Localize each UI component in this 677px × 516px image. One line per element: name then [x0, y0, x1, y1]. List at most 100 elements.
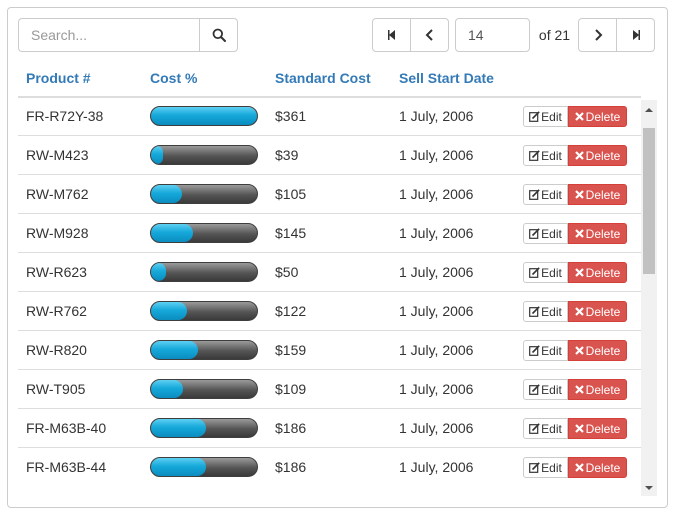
edit-button-label: Edit	[541, 265, 562, 280]
table-row: FR-R72Y-38 $361 1 July, 2006 Edit Delete	[18, 100, 641, 135]
edit-button[interactable]: Edit	[523, 457, 568, 478]
delete-button[interactable]: Delete	[568, 145, 627, 166]
column-header-standard-cost[interactable]: Standard Cost	[275, 58, 371, 98]
cost-percent-bar-fill	[151, 419, 207, 437]
column-header-product[interactable]: Product #	[26, 58, 91, 98]
row-actions: Edit Delete	[523, 223, 627, 244]
scroll-up-arrow[interactable]	[641, 102, 657, 118]
cost-percent-bar	[150, 145, 258, 165]
edit-button[interactable]: Edit	[523, 223, 568, 244]
product-number-cell: RW-T905	[26, 381, 86, 397]
row-actions: Edit Delete	[523, 106, 627, 127]
product-number-cell: RW-M762	[26, 186, 89, 202]
table-row: RW-T905 $109 1 July, 2006 Edit Delete	[18, 369, 641, 408]
edit-button-label: Edit	[541, 421, 562, 436]
close-icon	[574, 229, 584, 238]
table-header: Product # Cost % Standard Cost Sell Star…	[18, 58, 641, 98]
edit-button[interactable]: Edit	[523, 184, 568, 205]
next-page-button[interactable]	[578, 18, 617, 52]
edit-button-label: Edit	[541, 226, 562, 241]
delete-button-label: Delete	[585, 304, 621, 319]
close-icon	[574, 190, 584, 199]
edit-button[interactable]: Edit	[523, 418, 568, 439]
scroll-down-arrow[interactable]	[641, 480, 657, 496]
vertical-scrollbar[interactable]	[641, 100, 657, 496]
sell-start-date-cell: 1 July, 2006	[399, 342, 474, 358]
chevron-left-icon	[425, 29, 433, 41]
sell-start-date-cell: 1 July, 2006	[399, 381, 474, 397]
edit-button-label: Edit	[541, 343, 562, 358]
delete-button[interactable]: Delete	[568, 106, 627, 127]
table-rows: FR-R72Y-38 $361 1 July, 2006 Edit Delete RW-M…	[18, 100, 641, 486]
delete-button[interactable]: Delete	[568, 262, 627, 283]
sell-start-date-cell: 1 July, 2006	[399, 225, 474, 241]
edit-icon	[529, 462, 540, 473]
product-number-cell: FR-M63B-40	[26, 420, 107, 436]
first-page-button[interactable]	[372, 18, 411, 52]
standard-cost-cell: $39	[275, 147, 299, 163]
last-page-icon	[632, 30, 640, 40]
cost-percent-bar	[150, 379, 258, 399]
delete-button[interactable]: Delete	[568, 223, 627, 244]
row-actions: Edit Delete	[523, 340, 627, 361]
delete-button[interactable]: Delete	[568, 418, 627, 439]
product-number-cell: RW-M928	[26, 225, 89, 241]
edit-button[interactable]: Edit	[523, 262, 568, 283]
cost-percent-bar	[150, 418, 258, 438]
row-actions: Edit Delete	[523, 145, 627, 166]
table-row: RW-R623 $50 1 July, 2006 Edit Delete	[18, 252, 641, 291]
delete-button[interactable]: Delete	[568, 301, 627, 322]
delete-button[interactable]: Delete	[568, 457, 627, 478]
edit-button[interactable]: Edit	[523, 301, 568, 322]
search-button[interactable]	[199, 18, 238, 52]
cost-percent-bar	[150, 262, 258, 282]
scroll-thumb[interactable]	[643, 128, 655, 274]
edit-button-label: Edit	[541, 304, 562, 319]
chevron-right-icon	[594, 29, 602, 41]
sell-start-date-cell: 1 July, 2006	[399, 303, 474, 319]
column-header-cost-percent[interactable]: Cost %	[150, 58, 197, 98]
page-number-input[interactable]	[455, 18, 530, 52]
delete-button-label: Delete	[585, 226, 621, 241]
close-icon	[574, 424, 584, 433]
row-actions: Edit Delete	[523, 418, 627, 439]
cost-percent-bar	[150, 184, 258, 204]
caret-down-icon	[645, 486, 653, 490]
close-icon	[574, 112, 584, 121]
edit-button[interactable]: Edit	[523, 340, 568, 361]
delete-button-label: Delete	[585, 460, 621, 475]
previous-page-button[interactable]	[410, 18, 449, 52]
last-page-button[interactable]	[616, 18, 655, 52]
close-icon	[574, 463, 584, 472]
standard-cost-cell: $109	[275, 381, 307, 397]
row-actions: Edit Delete	[523, 457, 627, 478]
column-header-sell-start-date[interactable]: Sell Start Date	[399, 58, 494, 98]
table-row: RW-M762 $105 1 July, 2006 Edit Delete	[18, 174, 641, 213]
standard-cost-cell: $186	[275, 420, 307, 436]
cost-percent-bar-fill	[151, 263, 166, 281]
product-number-cell: RW-R820	[26, 342, 87, 358]
standard-cost-cell: $122	[275, 303, 307, 319]
edit-button[interactable]: Edit	[523, 379, 568, 400]
search-icon	[212, 28, 226, 42]
edit-button-label: Edit	[541, 382, 562, 397]
search-input[interactable]	[18, 18, 199, 52]
product-number-cell: RW-R762	[26, 303, 87, 319]
delete-button[interactable]: Delete	[568, 340, 627, 361]
close-icon	[574, 346, 584, 355]
table-row: RW-M423 $39 1 July, 2006 Edit Delete	[18, 135, 641, 174]
search-group	[18, 18, 238, 52]
row-actions: Edit Delete	[523, 301, 627, 322]
edit-button[interactable]: Edit	[523, 145, 568, 166]
delete-button-label: Delete	[585, 148, 621, 163]
edit-icon	[529, 111, 540, 122]
edit-icon	[529, 423, 540, 434]
table-row: RW-M928 $145 1 July, 2006 Edit Delete	[18, 213, 641, 252]
table-row: FR-M63B-44 $186 1 July, 2006 Edit Delete	[18, 447, 641, 486]
standard-cost-cell: $186	[275, 459, 307, 475]
delete-button[interactable]: Delete	[568, 379, 627, 400]
delete-button[interactable]: Delete	[568, 184, 627, 205]
standard-cost-cell: $145	[275, 225, 307, 241]
edit-button-label: Edit	[541, 460, 562, 475]
edit-button[interactable]: Edit	[523, 106, 568, 127]
